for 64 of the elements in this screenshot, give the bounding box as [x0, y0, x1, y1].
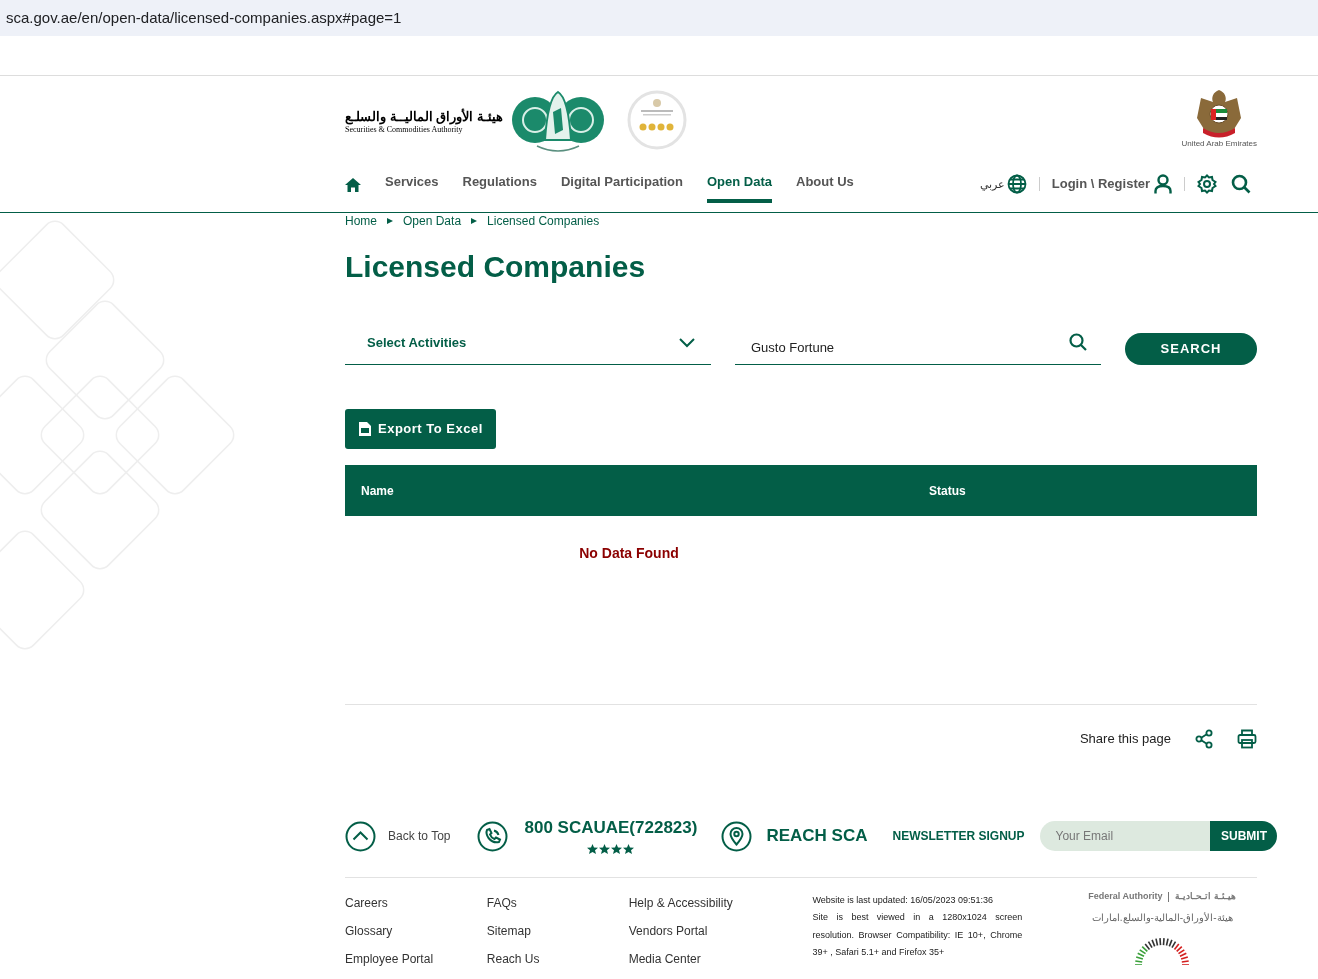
breadcrumb-arrow-icon — [387, 218, 393, 224]
nav-tab[interactable]: Open Data — [707, 168, 772, 206]
share-icon[interactable] — [1195, 729, 1213, 749]
share-label: Share this page — [1079, 730, 1171, 749]
star-icon — [611, 844, 623, 854]
login-link[interactable]: Login \ Register — [1051, 174, 1172, 194]
reach-link[interactable]: REACH SCA — [709, 811, 880, 861]
nav-tab[interactable]: Services — [385, 168, 439, 206]
phone-icon — [477, 820, 509, 852]
footer-link[interactable]: Vendors Portal — [628, 923, 813, 939]
last-updated-text: Website is last updated: 16/05/2023 09:51:36 — [812, 894, 994, 907]
chevron-down-icon — [679, 337, 695, 348]
star-icon — [623, 844, 635, 854]
column-header: Status — [929, 482, 966, 500]
excel-file-icon — [358, 421, 372, 437]
column-header: Name — [361, 482, 395, 500]
footer-link[interactable]: Help & Accessibility — [628, 895, 813, 911]
nav-tab[interactable]: Regulations — [462, 168, 537, 206]
logo-english-text: Securities & Commodities Authority — [345, 125, 463, 135]
nav-tab[interactable]: About Us — [796, 168, 854, 206]
export-button[interactable]: Export To Excel — [345, 409, 496, 449]
federal-authority-arabic-text: هيـئـة اتـحـاديـة — [1175, 890, 1236, 903]
globe-icon — [1006, 174, 1027, 194]
star-icon — [599, 844, 611, 854]
footer-link[interactable]: Reach Us — [486, 951, 629, 967]
chevron-up-circle-icon — [345, 820, 376, 852]
breadcrumb-link[interactable]: Home — [345, 214, 377, 228]
language-text: عربي — [979, 176, 1005, 193]
back-to-top-link[interactable]: Back to Top — [345, 811, 466, 861]
location-pin-icon — [721, 820, 753, 852]
settings-icon[interactable] — [1197, 174, 1217, 194]
logo-arabic-text: هيئـة الأوراق الماليــة والسلـع — [345, 109, 503, 125]
nav-tab[interactable]: Digital Participation — [560, 168, 683, 206]
footer-link[interactable]: Employee Portal — [345, 951, 487, 967]
domain-arabic-text: هيئة-الأوراق-المالية-والسلع.امارات — [1091, 910, 1233, 925]
footer-link[interactable]: Glossary — [345, 923, 487, 939]
search-icon[interactable] — [1231, 174, 1251, 194]
search-icon[interactable] — [1069, 333, 1087, 351]
footer-link[interactable]: FAQs — [486, 895, 629, 911]
submit-button[interactable]: SUBMIT — [1210, 821, 1278, 851]
user-icon — [1154, 174, 1172, 194]
federal-authority-text: Federal Authority — [1088, 890, 1163, 903]
login-text: Login \ Register — [1051, 175, 1150, 194]
page-title: Licensed Companies — [345, 249, 647, 285]
activity-select[interactable]: Select Activities — [345, 327, 711, 365]
empty-message: No Data Found — [579, 544, 679, 563]
breadcrumb-link[interactable]: Licensed Companies — [487, 214, 600, 228]
footer-link[interactable]: Careers — [345, 895, 487, 911]
home-icon[interactable] — [345, 177, 361, 193]
search-field[interactable]: Gusto Fortune — [735, 327, 1101, 365]
breadcrumb-link[interactable]: Open Data — [403, 214, 462, 228]
newsletter-label: NEWSLETTER SIGNUP — [892, 828, 1025, 845]
search-button[interactable]: SEARCH — [1125, 333, 1257, 365]
breadcrumb-arrow-icon — [471, 218, 478, 224]
eagle-emblem-icon — [1197, 88, 1242, 138]
phone-number: 800 SCAUAE(722823) — [524, 818, 698, 838]
compatibility-text: Site is best viewed in a 1280x1024 screen resolution. Browser Compatibility: IE 10+, Chrome 39+ , Safari 5.1+ and Firefox 35+ — [812, 911, 1023, 959]
footer-link[interactable]: Media Center — [628, 951, 813, 967]
language-link[interactable]: عربي — [979, 174, 1027, 194]
emblem-caption: United Arab Emirates — [1181, 139, 1257, 148]
print-icon[interactable] — [1237, 729, 1257, 749]
footer-link[interactable]: Sitemap — [486, 923, 629, 939]
star-icon — [587, 844, 599, 854]
email-field[interactable]: Your Email — [1040, 821, 1211, 851]
